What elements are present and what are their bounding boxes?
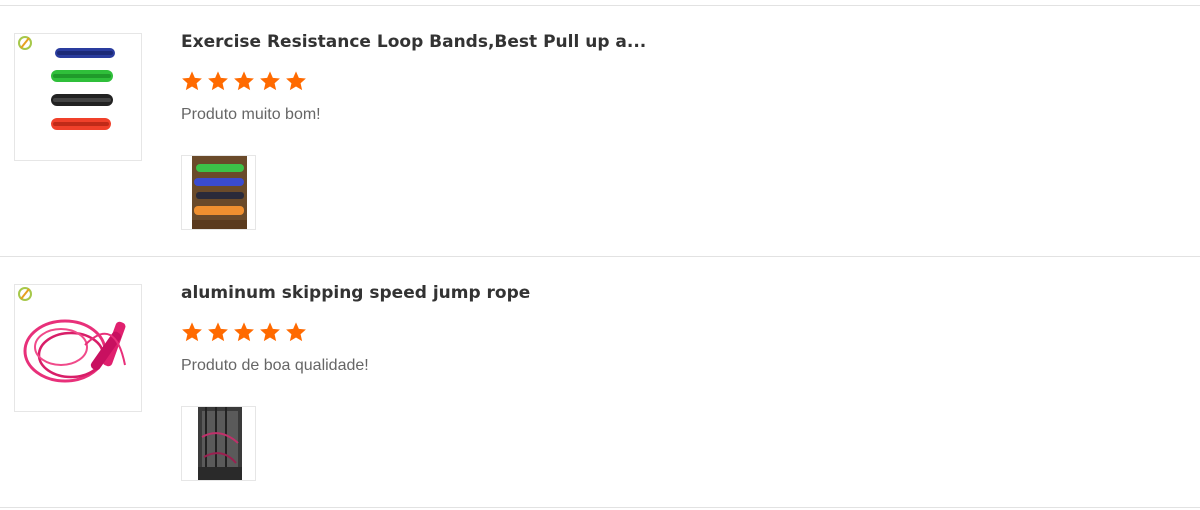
star-icon	[182, 322, 202, 342]
product-image-jump-rope[interactable]	[14, 284, 142, 412]
jump-rope-image	[15, 285, 141, 411]
divider	[0, 507, 1200, 508]
review-photo-thumbnail[interactable]	[181, 155, 256, 230]
star-icon	[260, 322, 280, 342]
review-photo-thumbnail[interactable]	[181, 406, 256, 481]
star-icon	[182, 71, 202, 91]
star-icon	[260, 71, 280, 91]
review-item: aluminum skipping speed jump rope Produt…	[0, 257, 1200, 507]
star-icon	[208, 322, 228, 342]
star-icon	[234, 322, 254, 342]
customer-photo-bands	[182, 156, 255, 229]
star-icon	[234, 71, 254, 91]
review-comment: Produto de boa qualidade!	[181, 357, 369, 374]
review-list: Exercise Resistance Loop Bands,Best Pull…	[0, 0, 1200, 510]
product-title[interactable]: Exercise Resistance Loop Bands,Best Pull…	[181, 32, 646, 52]
resistance-bands-image	[15, 34, 141, 160]
customer-photo-rope	[182, 407, 255, 480]
star-rating	[181, 321, 307, 345]
product-image-resistance-bands[interactable]	[14, 33, 142, 161]
star-icon	[286, 71, 306, 91]
product-title[interactable]: aluminum skipping speed jump rope	[181, 283, 530, 303]
star-rating	[181, 70, 307, 94]
star-icon	[208, 71, 228, 91]
review-comment: Produto muito bom!	[181, 106, 321, 123]
star-icon	[286, 322, 306, 342]
review-item: Exercise Resistance Loop Bands,Best Pull…	[0, 6, 1200, 256]
